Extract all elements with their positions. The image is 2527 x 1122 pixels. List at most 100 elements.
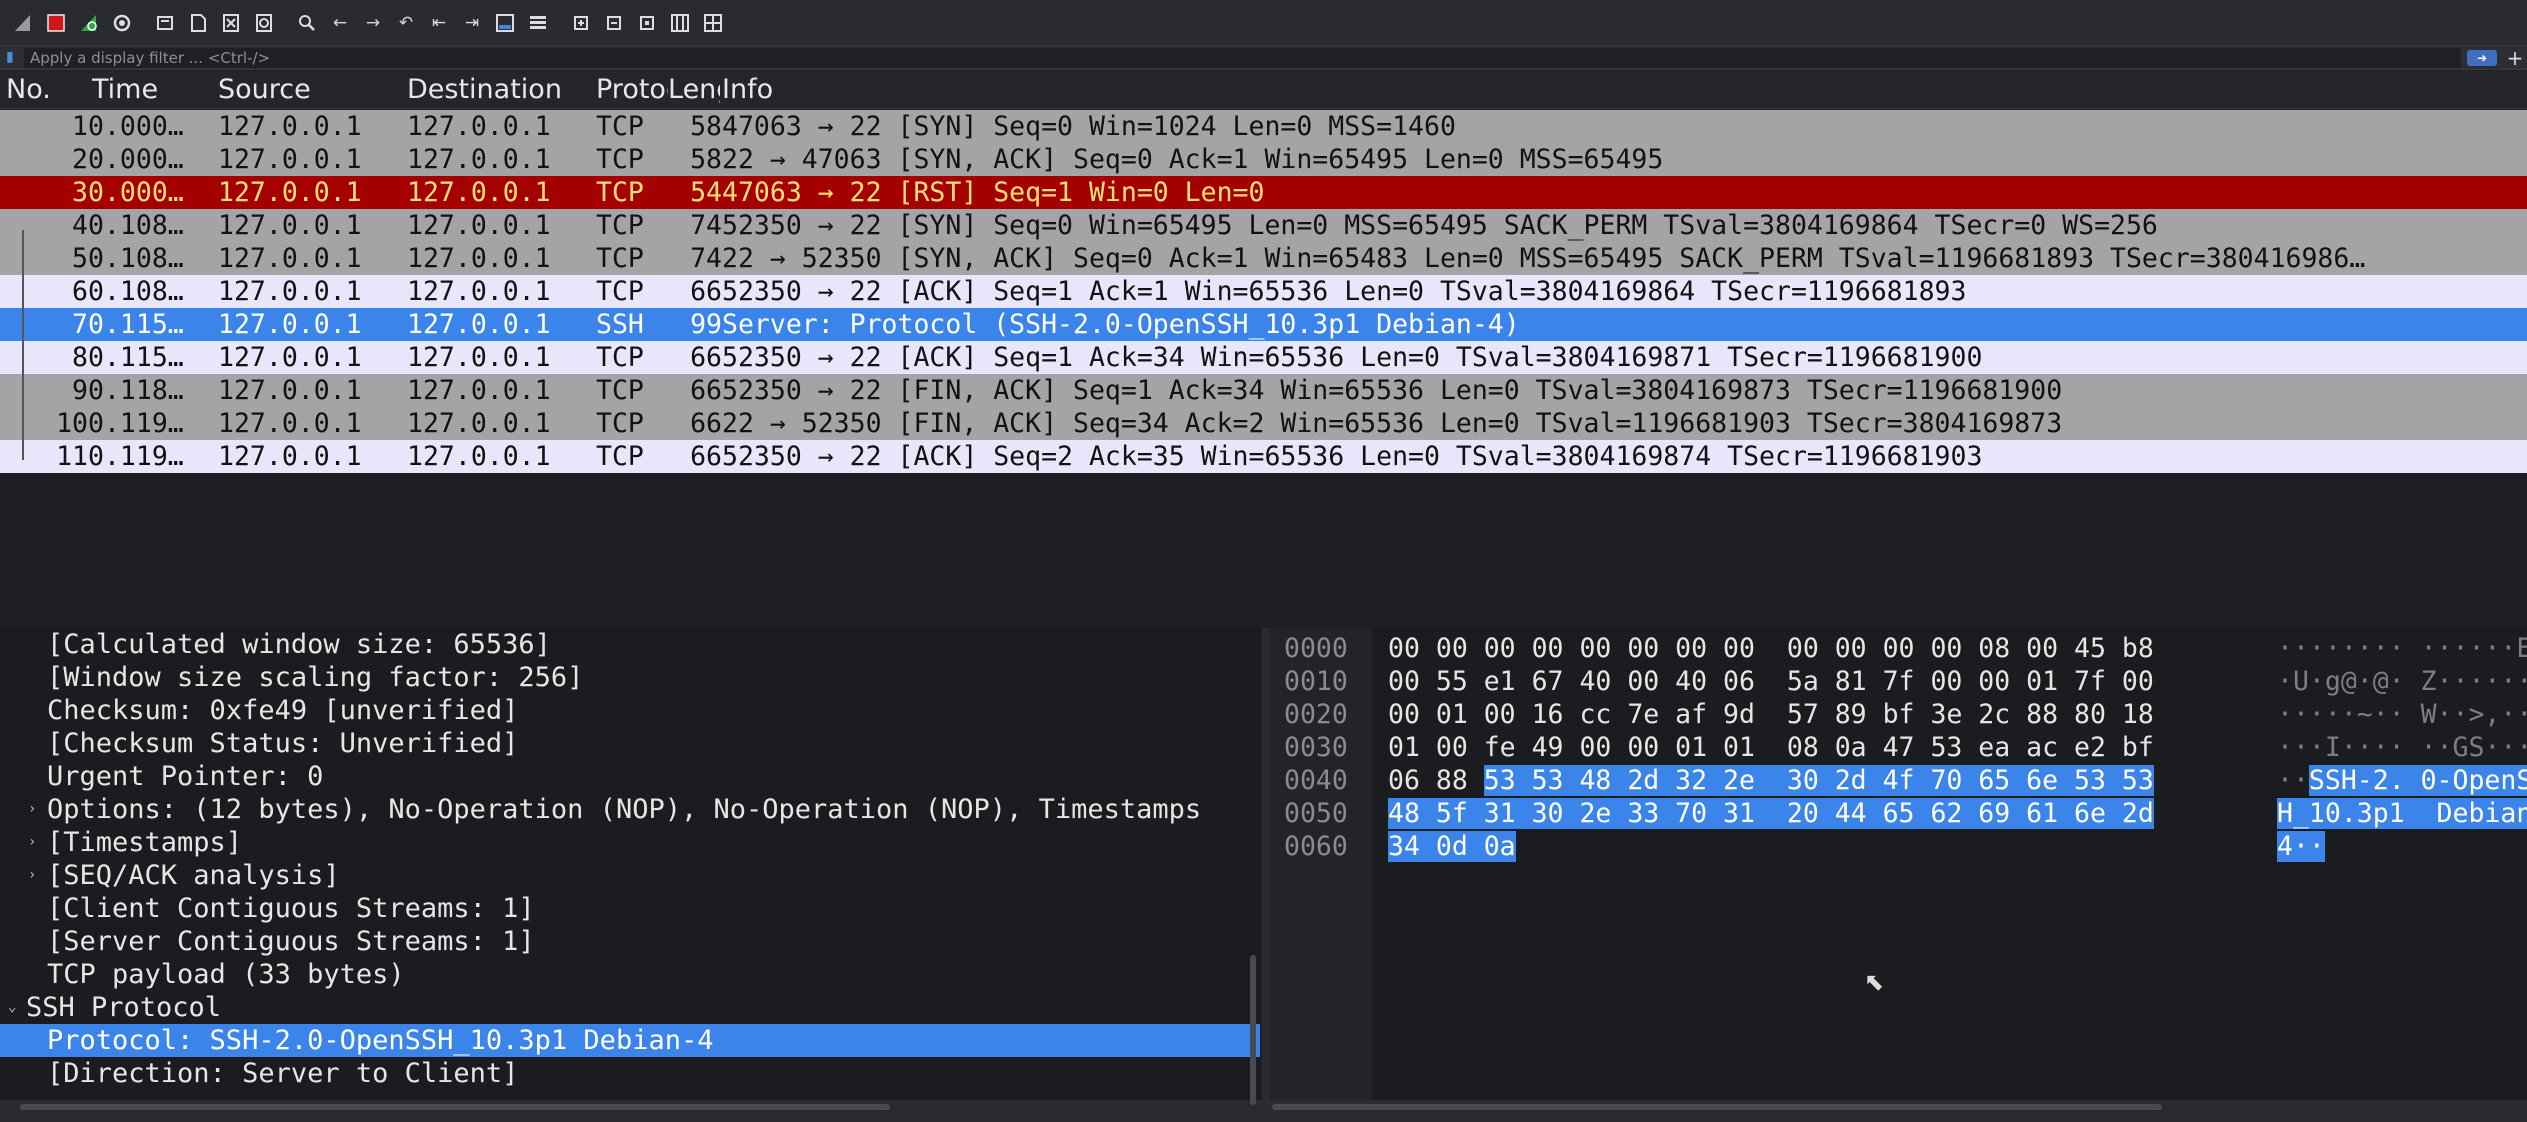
packet-time: 0.108… (88, 210, 184, 241)
packet-row[interactable]: 7 0.115… 127.0.0.1 127.0.0.1 SSH 99 Server: Pr… (0, 308, 2527, 341)
hex-ascii[interactable]: ·U·g@·@· Z······· (2277, 665, 2527, 698)
packet-row[interactable]: 3 0.000… 127.0.0.1 127.0.0.1 TCP 54 47063 → 22… (0, 176, 2527, 209)
collapsed-arrow-icon[interactable]: › (28, 826, 36, 859)
layout-icon[interactable] (700, 10, 726, 36)
hex-ascii[interactable]: ··SSH-2. 0-OpenSS (2277, 764, 2527, 797)
stop-icon[interactable] (43, 10, 69, 36)
bookmark-icon[interactable]: ▮ (6, 49, 20, 67)
packet-row[interactable]: 6 0.108… 127.0.0.1 127.0.0.1 TCP 66 52350 → 22… (0, 275, 2527, 308)
packet-row[interactable]: 2 0.000… 127.0.0.1 127.0.0.1 TCP 58 22 → 47063… (0, 143, 2527, 176)
detail-tree-label: Protocol: SSH-2.0-OpenSSH_10.3p1 Debian-… (47, 1025, 714, 1056)
packet-row[interactable]: 1 0.000… 127.0.0.1 127.0.0.1 TCP 58 47063 → 22… (0, 110, 2527, 143)
bytes-horizontal-scrollbar[interactable] (1272, 1104, 2162, 1110)
detail-tree-item[interactable]: Protocol: SSH-2.0-OpenSSH_10.3p1 Debian-… (0, 1024, 1260, 1057)
normal-size-icon[interactable] (634, 10, 660, 36)
packet-source: 127.0.0.1 (218, 441, 362, 472)
hex-bytes[interactable]: 00 01 00 16 cc 7e af 9d 57 89 bf 3e 2c 8… (1388, 698, 2154, 731)
packet-row[interactable]: 11 0.119… 127.0.0.1 127.0.0.1 TCP 66 52350 → 2… (0, 440, 2527, 473)
detail-tree-item[interactable]: TCP payload (33 bytes) (0, 958, 1260, 991)
packet-time: 0.000… (88, 144, 184, 175)
detail-tree-item[interactable]: Urgent Pointer: 0 (0, 760, 1260, 793)
detail-tree-item[interactable]: [Window size scaling factor: 256] (0, 661, 1260, 694)
hex-bytes[interactable]: 48 5f 31 30 2e 33 70 31 20 44 65 62 69 6… (1388, 797, 2154, 830)
packet-info: 22 → 52350 [SYN, ACK] Seq=0 Ack=1 Win=65… (722, 243, 2366, 274)
column-destination[interactable]: Destination (407, 74, 562, 105)
collapsed-arrow-icon[interactable]: › (28, 859, 36, 892)
packet-row[interactable]: 4 0.108… 127.0.0.1 127.0.0.1 TCP 74 52350 → 22… (0, 209, 2527, 242)
collapsed-arrow-icon[interactable]: › (28, 793, 36, 826)
display-filter-input[interactable]: Apply a display filter ... <Ctrl-/> (24, 47, 2461, 68)
detail-tree-item[interactable]: [Calculated window size: 65536] (0, 628, 1260, 661)
hex-ascii[interactable]: ·····~·· W··>,··· (2277, 698, 2527, 731)
open-file-icon[interactable] (152, 10, 178, 36)
packet-time: 0.118… (88, 375, 184, 406)
packet-no: 3 (72, 177, 88, 208)
column-length[interactable]: Leng (668, 74, 720, 105)
packet-no: 8 (72, 342, 88, 373)
detail-tree-item[interactable]: [Checksum Status: Unverified] (0, 727, 1260, 760)
packet-destination: 127.0.0.1 (407, 375, 551, 406)
first-packet-icon[interactable]: ⇤ (426, 10, 452, 36)
back-icon[interactable]: ← (327, 10, 353, 36)
detail-tree-item[interactable]: › [SEQ/ACK analysis] (0, 859, 1260, 892)
last-packet-icon[interactable]: ⇥ (459, 10, 485, 36)
detail-tree-item[interactable]: [Direction: Server to Client] (0, 1057, 1260, 1090)
packet-info: Server: Protocol (SSH-2.0-OpenSSH_10.3p1… (722, 309, 1520, 340)
hex-bytes[interactable]: 01 00 fe 49 00 00 01 01 08 0a 47 53 ea a… (1388, 731, 2154, 764)
packet-info: 22 → 52350 [FIN, ACK] Seq=34 Ack=2 Win=6… (722, 408, 2063, 439)
column-time[interactable]: Time (92, 74, 158, 105)
restart-icon[interactable] (76, 10, 102, 36)
hex-bytes[interactable]: 06 88 53 53 48 2d 32 2e 30 2d 4f 70 65 6… (1388, 764, 2154, 797)
hex-bytes[interactable]: 00 55 e1 67 40 00 40 06 5a 81 7f 00 00 0… (1388, 665, 2154, 698)
autoscroll-icon[interactable] (492, 10, 518, 36)
column-protocol[interactable]: Protoc (596, 74, 668, 105)
packet-row[interactable]: 5 0.108… 127.0.0.1 127.0.0.1 TCP 74 22 → 52350… (0, 242, 2527, 275)
detail-tree-label: Urgent Pointer: 0 (47, 761, 324, 792)
detail-tree-item[interactable]: › Options: (12 bytes), No-Operation (NOP)… (0, 793, 1260, 826)
column-source[interactable]: Source (218, 74, 311, 105)
hex-ascii[interactable]: ········ ······E· (2277, 632, 2527, 665)
hex-ascii[interactable]: ···I···· ··GS···· (2277, 731, 2527, 764)
detail-tree-item[interactable]: ⌄ SSH Protocol (0, 991, 1260, 1024)
hex-bytes[interactable]: 00 00 00 00 00 00 00 00 00 00 00 00 08 0… (1388, 632, 2154, 665)
zoom-in-icon[interactable] (568, 10, 594, 36)
hex-offset: 0000 (1284, 633, 1348, 664)
resize-columns-icon[interactable] (667, 10, 693, 36)
packet-row[interactable]: 8 0.115… 127.0.0.1 127.0.0.1 TCP 66 52350 → 22… (0, 341, 2527, 374)
packet-protocol: TCP (596, 111, 644, 142)
hex-ascii[interactable]: 4·· (2277, 830, 2325, 863)
save-file-icon[interactable] (185, 10, 211, 36)
add-filter-button[interactable]: + (2503, 46, 2527, 70)
detail-tree-item[interactable]: Checksum: 0xfe49 [unverified] (0, 694, 1260, 727)
forward-icon[interactable]: → (360, 10, 386, 36)
jump-icon[interactable]: ↶ (393, 10, 419, 36)
column-info[interactable]: Info (722, 74, 773, 105)
column-no[interactable]: No. (6, 74, 51, 105)
detail-tree-label: [Calculated window size: 65536] (47, 629, 551, 660)
packet-source: 127.0.0.1 (218, 210, 362, 241)
packet-protocol: TCP (596, 210, 644, 241)
packet-row[interactable]: 9 0.118… 127.0.0.1 127.0.0.1 TCP 66 52350 → 22… (0, 374, 2527, 407)
find-icon[interactable] (294, 10, 320, 36)
packet-row[interactable]: 10 0.119… 127.0.0.1 127.0.0.1 TCP 66 22 → 5235… (0, 407, 2527, 440)
close-file-icon[interactable] (218, 10, 244, 36)
pane-splitter[interactable] (1262, 628, 1270, 1110)
detail-tree-item[interactable]: [Server Contiguous Streams: 1] (0, 925, 1260, 958)
packet-length: 66 (690, 408, 722, 439)
hex-ascii[interactable]: H_10.3p1 Debian- (2277, 797, 2527, 830)
details-horizontal-scrollbar[interactable] (20, 1104, 890, 1110)
apply-filter-arrow-icon[interactable]: ➜ (2467, 49, 2497, 66)
details-vertical-scrollbar[interactable] (1250, 955, 1256, 1105)
colorize-icon[interactable] (525, 10, 551, 36)
options-gear-icon[interactable] (109, 10, 135, 36)
main-toolbar: ← → ↶ ⇤ ⇥ (0, 0, 2527, 46)
expanded-arrow-icon[interactable]: ⌄ (8, 991, 16, 1024)
reload-icon[interactable] (251, 10, 277, 36)
shark-fin-start-icon[interactable] (10, 10, 36, 36)
detail-tree-item[interactable]: [Client Contiguous Streams: 1] (0, 892, 1260, 925)
zoom-out-icon[interactable] (601, 10, 627, 36)
packet-bytes-pane: 0000 00 00 00 00 00 00 00 00 00 00 00 00 … (1270, 628, 2527, 1110)
detail-tree-item[interactable]: › [Timestamps] (0, 826, 1260, 859)
detail-tree-label: [Window size scaling factor: 256] (47, 662, 584, 693)
hex-bytes[interactable]: 34 0d 0a (1388, 830, 1516, 863)
